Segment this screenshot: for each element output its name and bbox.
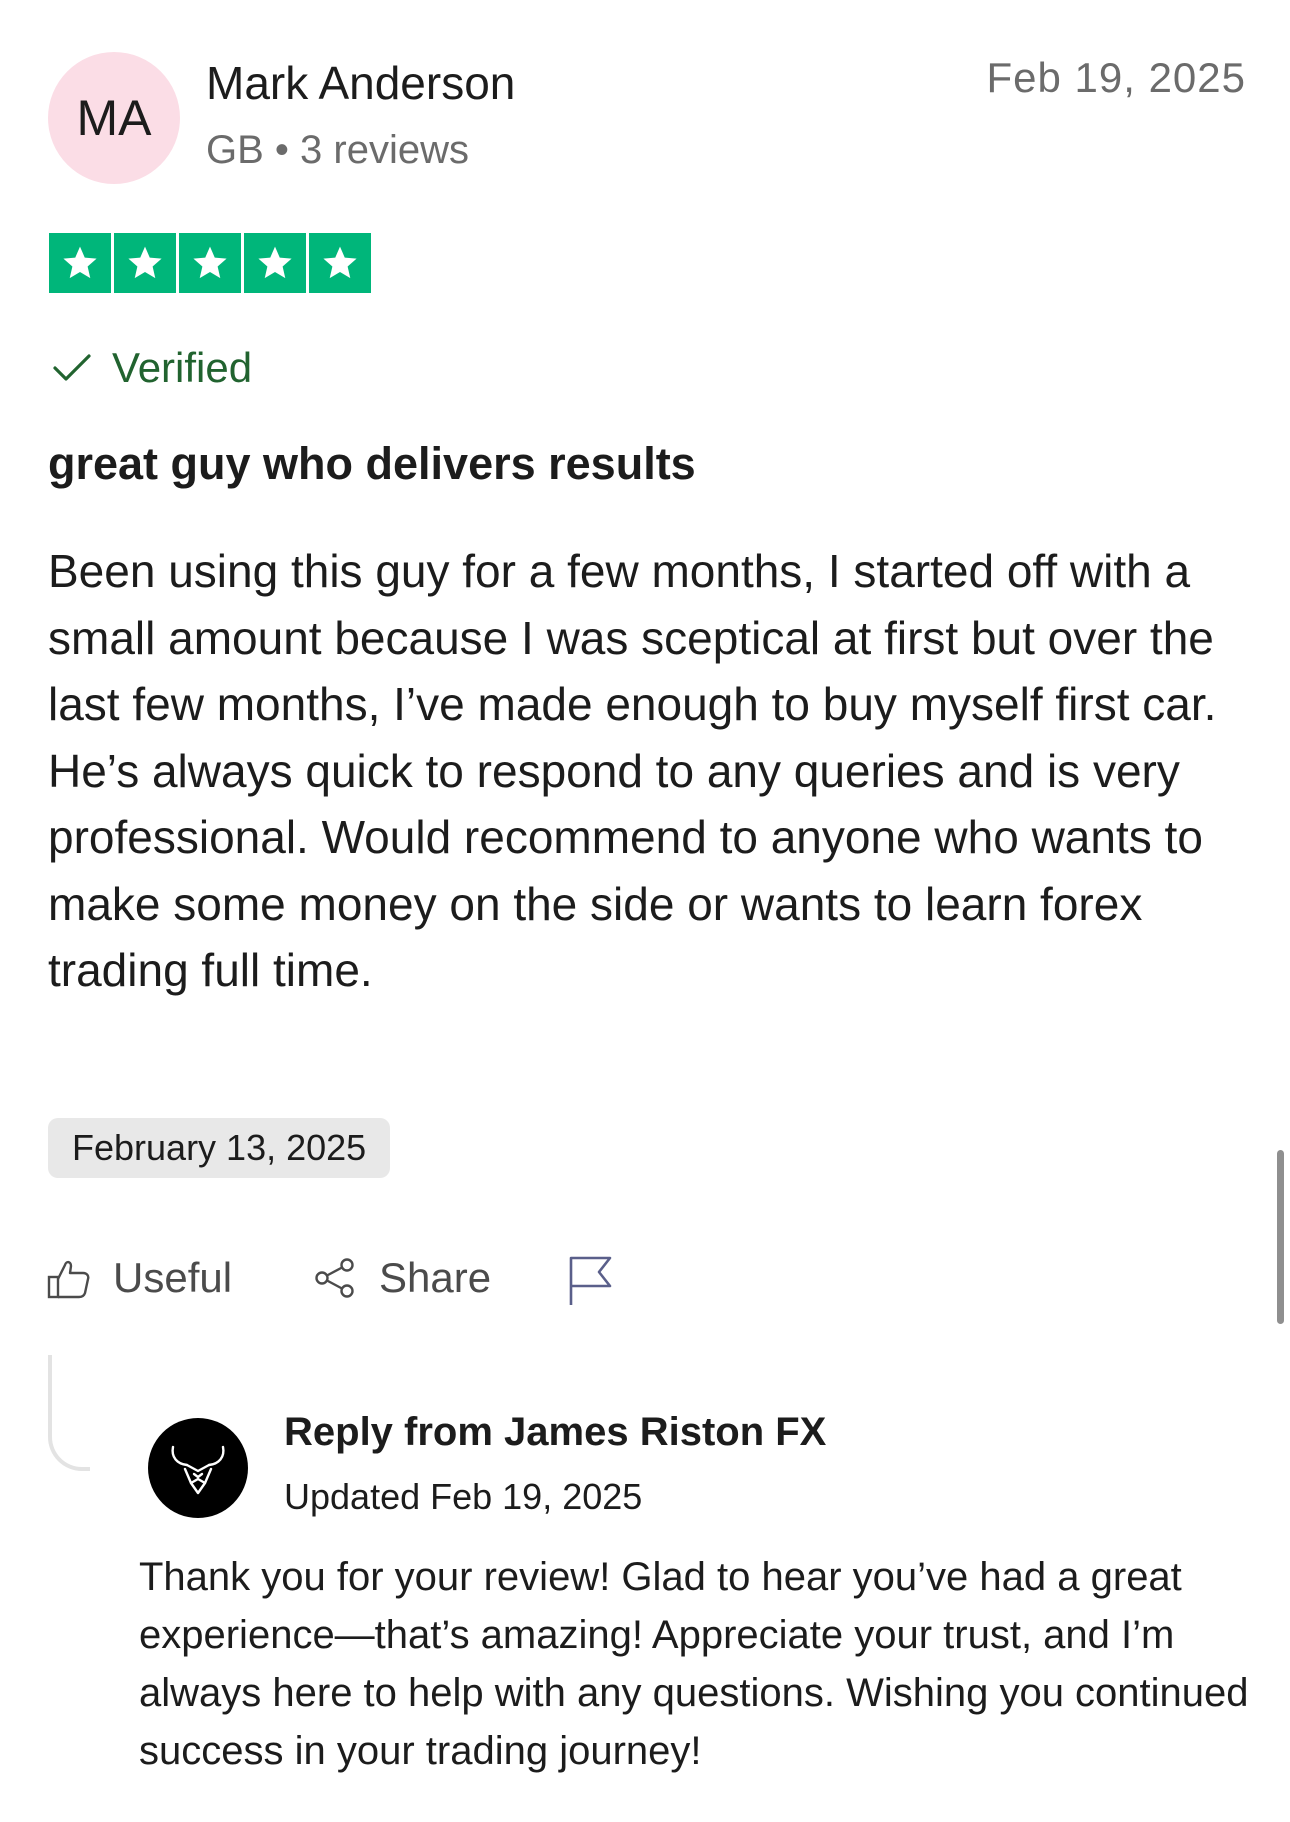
thumbs-up-icon (47, 1260, 90, 1299)
experience-date-badge: February 13, 2025 (48, 1118, 391, 1178)
checkmark-icon (53, 354, 91, 381)
star-icon (179, 233, 241, 293)
scrollbar-thumb[interactable] (1277, 1150, 1284, 1324)
star-icon (49, 233, 111, 293)
reply-connector (48, 1355, 90, 1471)
verified-label: Verified (112, 344, 253, 391)
star-icon (309, 233, 371, 293)
reviewer-meta: GB • 3 reviews (206, 128, 469, 172)
report-button[interactable] (566, 1254, 614, 1306)
review-title: great guy who delivers results (48, 438, 696, 489)
share-label: Share (379, 1254, 492, 1301)
review-date: Feb 19, 2025 (986, 54, 1246, 101)
review-body: Been using this guy for a few months, I … (48, 545, 1217, 996)
star-rating (49, 233, 371, 293)
star-icon (244, 233, 306, 293)
useful-label: Useful (113, 1254, 233, 1301)
share-button[interactable]: Share (313, 1254, 491, 1302)
reply-updated-date: Updated Feb 19, 2025 (284, 1476, 643, 1517)
verified-badge[interactable]: Verified (52, 344, 252, 392)
avatar[interactable]: MA (48, 52, 180, 184)
flag-icon (569, 1256, 612, 1305)
star-icon (114, 233, 176, 293)
share-icon (315, 1258, 354, 1298)
avatar-initials: MA (76, 90, 152, 146)
reviewer-name[interactable]: Mark Anderson (206, 56, 515, 110)
reply-body: Thank you for your review! Glad to hear … (139, 1555, 1249, 1773)
reply-title: Reply from James Riston FX (284, 1410, 827, 1454)
bull-head-logo (148, 1418, 248, 1518)
useful-button[interactable]: Useful (47, 1254, 232, 1302)
